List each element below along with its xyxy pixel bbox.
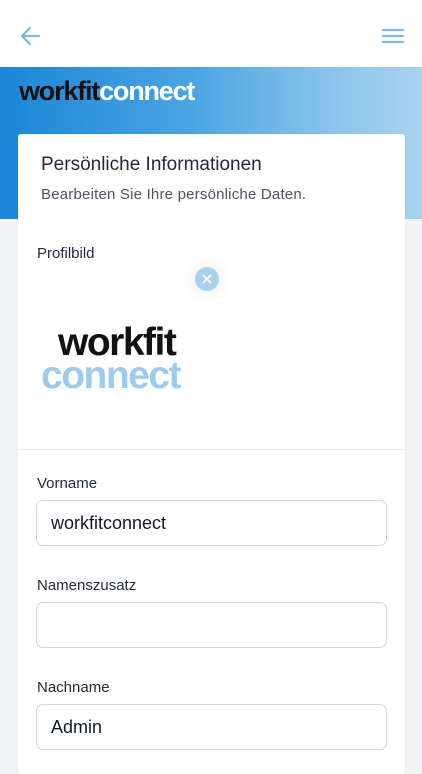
last-name-input[interactable] <box>36 704 387 750</box>
personal-info-card: Persönliche Informationen Bearbeiten Sie… <box>18 134 405 774</box>
name-suffix-label: Namenszusatz <box>37 577 137 594</box>
profile-picture-label: Profilbild <box>37 245 95 262</box>
profile-picture-logo: workfit connect <box>41 323 182 397</box>
arrow-left-icon <box>20 26 41 46</box>
name-suffix-input[interactable] <box>36 602 387 648</box>
brand-logo-part2: connect <box>99 76 195 106</box>
first-name-input[interactable] <box>36 500 387 546</box>
section-divider <box>18 449 405 450</box>
menu-button[interactable] <box>380 24 406 48</box>
hamburger-menu-icon <box>381 28 405 44</box>
brand-logo: workfitconnect <box>19 75 195 107</box>
profile-logo-line2: connect <box>41 354 182 397</box>
profile-picture[interactable]: workfit connect <box>37 276 237 426</box>
brand-logo-part1: workfit <box>19 76 100 106</box>
section-subtitle: Bearbeiten Sie Ihre persönliche Daten. <box>41 186 307 203</box>
section-title: Persönliche Informationen <box>41 154 262 175</box>
top-app-bar <box>0 0 422 67</box>
back-button[interactable] <box>17 24 45 48</box>
last-name-label: Nachname <box>37 679 110 696</box>
first-name-label: Vorname <box>37 475 98 492</box>
